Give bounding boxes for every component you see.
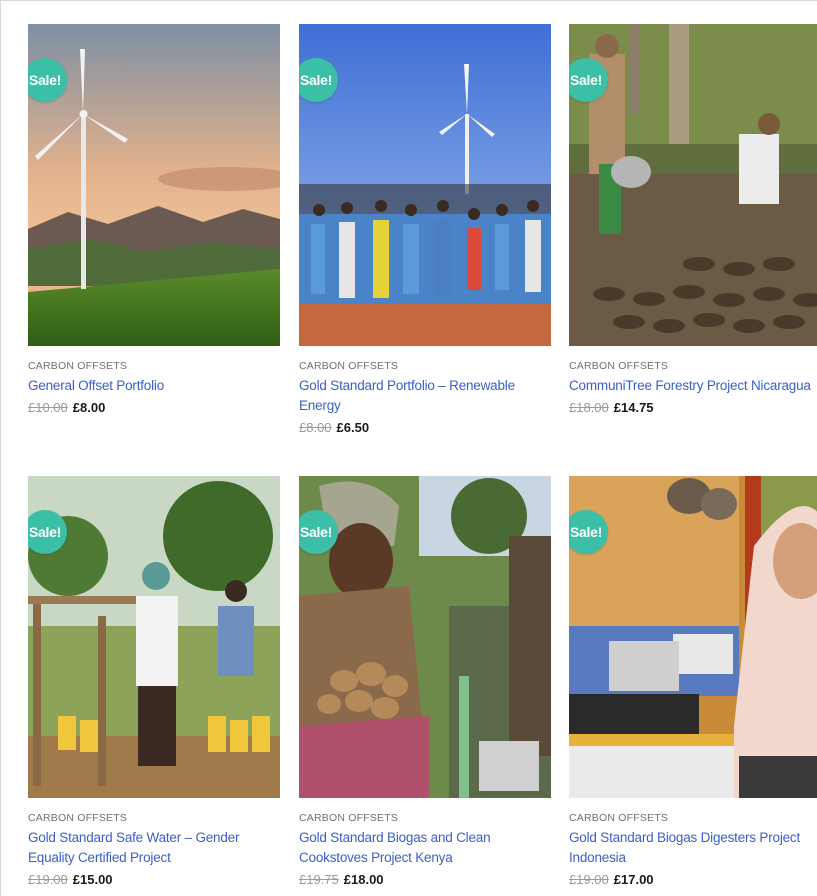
product-image[interactable]: Sale! (28, 476, 280, 798)
original-price: £19.00 (569, 872, 609, 887)
product-title-link[interactable]: Gold Standard Biogas Digesters Project I… (569, 828, 814, 868)
product-card: Sale! CARBON OFFSETS Gold Standard Bioga… (299, 476, 551, 888)
sale-price: £6.50 (336, 420, 370, 435)
product-card: Sale! CARBON OFFSETS Gold Standard Bioga… (569, 476, 817, 888)
sale-price: £14.75 (613, 400, 654, 415)
product-category: CARBON OFFSETS (299, 360, 399, 372)
product-image[interactable]: Sale! (569, 24, 817, 346)
original-price: £19.75 (299, 872, 339, 887)
product-category: CARBON OFFSETS (299, 812, 399, 824)
product-price: £8.00 £6.50 (299, 420, 551, 436)
product-card: Sale! CARBON OFFSETS CommuniTree Forestr… (569, 24, 817, 416)
product-price: £10.00 £8.00 (28, 400, 280, 416)
original-price: £10.00 (28, 400, 68, 415)
product-price: £19.00 £17.00 (569, 872, 817, 888)
sale-price: £8.00 (72, 400, 106, 415)
product-title-link[interactable]: CommuniTree Forestry Project Nicaragua (569, 376, 814, 396)
product-category: CARBON OFFSETS (28, 812, 128, 824)
sale-price: £15.00 (72, 872, 113, 887)
product-image[interactable]: Sale! (299, 476, 551, 798)
product-title-link[interactable]: Gold Standard Biogas and Clean Cookstove… (299, 828, 544, 868)
original-price: £18.00 (569, 400, 609, 415)
product-image[interactable]: Sale! (28, 24, 280, 346)
product-category: CARBON OFFSETS (28, 360, 128, 372)
product-category: CARBON OFFSETS (569, 812, 669, 824)
product-price: £18.00 £14.75 (569, 400, 817, 416)
original-price: £19.00 (28, 872, 68, 887)
sale-price: £17.00 (613, 872, 654, 887)
product-category: CARBON OFFSETS (569, 360, 669, 372)
product-title-link[interactable]: Gold Standard Safe Water – Gender Equali… (28, 828, 273, 868)
product-title-link[interactable]: General Offset Portfolio (28, 376, 273, 396)
product-image[interactable]: Sale! (299, 24, 551, 346)
sale-price: £18.00 (343, 872, 384, 887)
product-price: £19.00 £15.00 (28, 872, 280, 888)
original-price: £8.00 (299, 420, 332, 435)
product-price: £19.75 £18.00 (299, 872, 551, 888)
product-image[interactable]: Sale! (569, 476, 817, 798)
product-card: Sale! CARBON OFFSETS Gold Standard Safe … (28, 476, 280, 888)
product-card: Sale! CARBON OFFSETS General Offset Port… (28, 24, 280, 416)
product-card: Sale! CARBON OFFSETS Gold Standard Portf… (299, 24, 551, 436)
product-title-link[interactable]: Gold Standard Portfolio – Renewable Ener… (299, 376, 544, 416)
